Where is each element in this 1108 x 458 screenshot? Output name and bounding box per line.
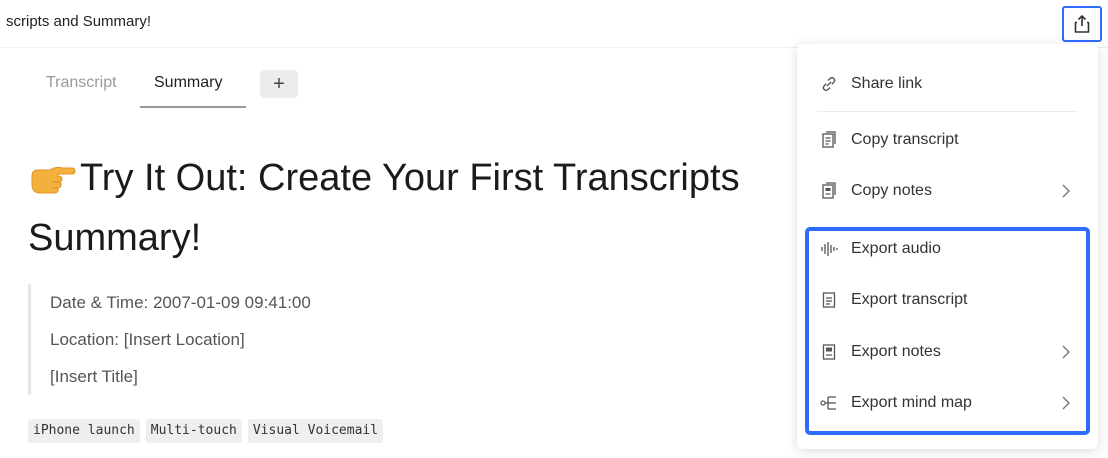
document-title: scripts and Summary! <box>6 13 152 30</box>
share-menu: Share link Copy transcript Copy notes Ex… <box>797 44 1098 449</box>
tab-summary[interactable]: Summary <box>154 74 222 92</box>
link-icon <box>819 74 839 94</box>
tag-chip[interactable]: Visual Voicemail <box>247 419 384 443</box>
date-time-line: Date & Time: 2007-01-09 09:41:00 <box>50 293 311 312</box>
menu-divider <box>817 111 1077 112</box>
tab-transcript[interactable]: Transcript <box>46 74 117 92</box>
add-tab-button[interactable]: + <box>260 70 298 98</box>
copy-transcript-item[interactable]: Copy transcript <box>797 120 1098 160</box>
menu-item-label: Copy transcript <box>851 131 959 148</box>
copy-transcript-icon <box>819 130 839 150</box>
share-button[interactable] <box>1062 6 1102 42</box>
location-line: Location: [Insert Location] <box>50 330 245 349</box>
top-bar: scripts and Summary! <box>0 0 1108 48</box>
chevron-right-icon <box>1062 184 1070 198</box>
menu-item-label: Copy notes <box>851 182 932 199</box>
pointing-hand-icon <box>28 154 76 210</box>
menu-item-label: Share link <box>851 75 923 92</box>
active-tab-indicator <box>140 106 246 108</box>
share-upload-icon <box>1074 15 1090 33</box>
title-line: [Insert Title] <box>50 367 138 386</box>
tag-chip[interactable]: Multi-touch <box>145 419 242 443</box>
copy-notes-item[interactable]: Copy notes <box>797 171 1098 211</box>
tag-chip[interactable]: iPhone launch <box>28 419 140 443</box>
export-options-highlight <box>805 227 1090 435</box>
summary-heading: Try It Out: Create Your First Transcript… <box>28 150 798 266</box>
heading-text: Try It Out: Create Your First Transcript… <box>28 157 740 259</box>
tag-list: iPhone launch Multi-touch Visual Voicema… <box>28 419 384 443</box>
meeting-info-quote: Date & Time: 2007-01-09 09:41:00 Locatio… <box>28 284 311 395</box>
copy-notes-icon <box>819 181 839 201</box>
share-link-item[interactable]: Share link <box>797 64 1098 104</box>
